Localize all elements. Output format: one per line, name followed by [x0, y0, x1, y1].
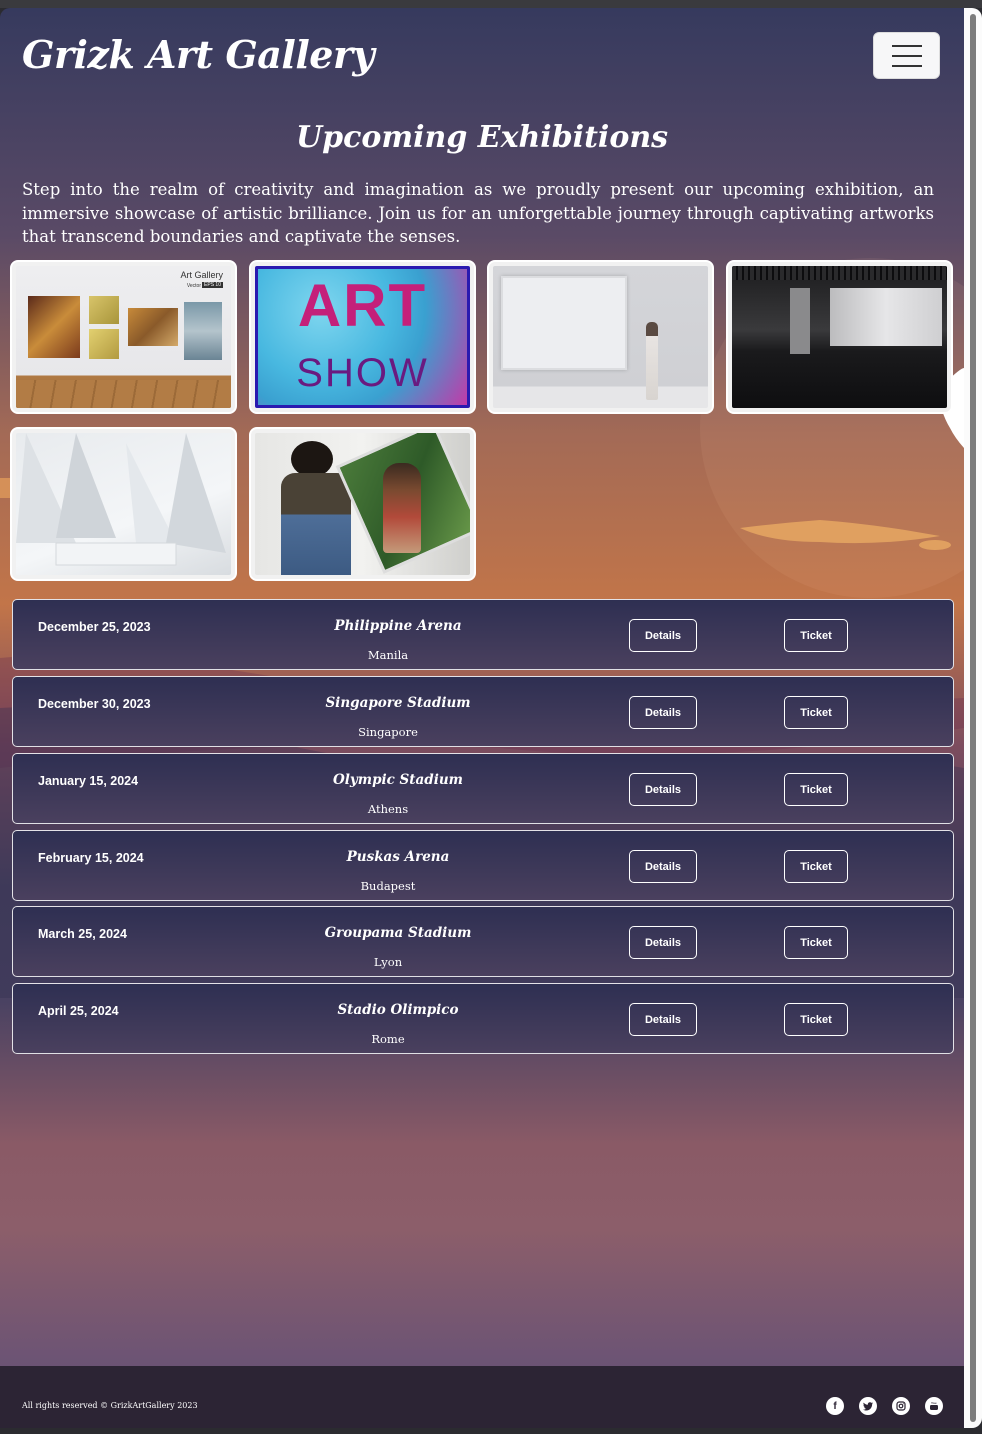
event-row: December 30, 2023 Singapore Stadium Sing…	[12, 676, 954, 747]
gallery-image	[732, 266, 947, 408]
gallery-thumbnail-art-show[interactable]: ART SHOW	[249, 260, 476, 414]
event-city: Lyon	[373, 955, 403, 969]
event-row: January 15, 2024 Olympic Stadium Athens …	[12, 753, 954, 824]
event-date: March 25, 2024	[38, 927, 127, 941]
scrollbar-thumb[interactable]	[970, 14, 976, 1422]
stage-shapes	[16, 433, 226, 566]
event-row: March 25, 2024 Groupama Stadium Lyon Det…	[12, 906, 954, 977]
details-button[interactable]: Details	[629, 926, 697, 959]
ticket-button[interactable]: Ticket	[784, 619, 848, 652]
event-venue: Singapore Stadium	[325, 695, 471, 711]
details-button[interactable]: Details	[629, 1003, 697, 1036]
details-button[interactable]: Details	[629, 850, 697, 883]
details-button[interactable]: Details	[629, 773, 697, 806]
event-row: December 25, 2023 Philippine Arena Manil…	[12, 599, 954, 670]
ticket-button[interactable]: Ticket	[784, 850, 848, 883]
svg-text:You: You	[931, 1401, 937, 1405]
footer: All rights reserved © GrizkArtGallery 20…	[0, 1366, 964, 1428]
event-city: Singapore	[358, 725, 418, 739]
page-background: Grizk Art Gallery Upcoming Exhibitions S…	[0, 8, 964, 1428]
gallery-image	[255, 433, 470, 575]
gallery-thumbnail-white-stage[interactable]	[10, 427, 237, 581]
copyright-text: All rights reserved © GrizkArtGallery 20…	[22, 1401, 198, 1410]
ticket-button[interactable]: Ticket	[784, 773, 848, 806]
event-venue: Stadio Olimpico	[337, 1002, 459, 1018]
intro-paragraph: Step into the realm of creativity and im…	[22, 180, 934, 246]
thumb-subtitle: Vector	[186, 283, 201, 289]
event-row: February 15, 2024 Puskas Arena Budapest …	[12, 830, 954, 901]
gallery-thumbnail-artist-painting[interactable]	[249, 427, 476, 581]
gallery-thumbnail-art-gallery[interactable]: Art Gallery Vector EPS 10	[10, 260, 237, 414]
menu-line-icon	[891, 64, 922, 67]
ticket-button[interactable]: Ticket	[784, 1003, 848, 1036]
details-button[interactable]: Details	[629, 619, 697, 652]
art-word: ART	[297, 272, 428, 339]
gallery-thumbnail-dark-hall[interactable]	[726, 260, 953, 414]
youtube-icon[interactable]: You	[925, 1397, 943, 1415]
event-date: April 25, 2024	[38, 1004, 119, 1018]
window-top-edge	[0, 0, 982, 8]
thumb-badge: EPS 10	[202, 282, 223, 288]
brand-logo[interactable]: Grizk Art Gallery	[22, 32, 375, 77]
gallery-image	[493, 266, 708, 408]
gallery-image: ART SHOW	[255, 266, 470, 408]
event-city: Manila	[367, 648, 409, 662]
event-venue: Groupama Stadium	[324, 925, 472, 941]
twitter-icon[interactable]	[859, 1397, 877, 1415]
ticket-button[interactable]: Ticket	[784, 696, 848, 729]
event-venue: Olympic Stadium	[333, 772, 463, 788]
event-city: Budapest	[360, 879, 416, 893]
event-date: February 15, 2024	[38, 851, 144, 865]
event-date: December 30, 2023	[38, 697, 151, 711]
gallery-image: Art Gallery Vector EPS 10	[16, 266, 231, 408]
event-row: April 25, 2024 Stadio Olimpico Rome Deta…	[12, 983, 954, 1054]
section-title: Upcoming Exhibitions	[295, 120, 669, 155]
gallery-image	[16, 433, 231, 575]
details-button[interactable]: Details	[629, 696, 697, 729]
event-city: Rome	[371, 1032, 405, 1046]
hamburger-menu-button[interactable]	[873, 32, 940, 79]
event-date: January 15, 2024	[38, 774, 139, 788]
show-word: SHOW	[296, 351, 429, 395]
thumb-title: Art Gallery	[180, 270, 223, 280]
event-venue: Puskas Arena	[346, 849, 450, 865]
event-city: Athens	[367, 802, 409, 816]
instagram-icon[interactable]	[892, 1397, 910, 1415]
gallery-thumbnail-blank-canvas[interactable]	[487, 260, 714, 414]
event-date: December 25, 2023	[38, 620, 151, 634]
ticket-button[interactable]: Ticket	[784, 926, 848, 959]
facebook-icon[interactable]: f	[826, 1397, 844, 1415]
menu-line-icon	[891, 44, 922, 47]
menu-line-icon	[891, 54, 922, 57]
event-venue: Philippine Arena	[334, 618, 462, 634]
